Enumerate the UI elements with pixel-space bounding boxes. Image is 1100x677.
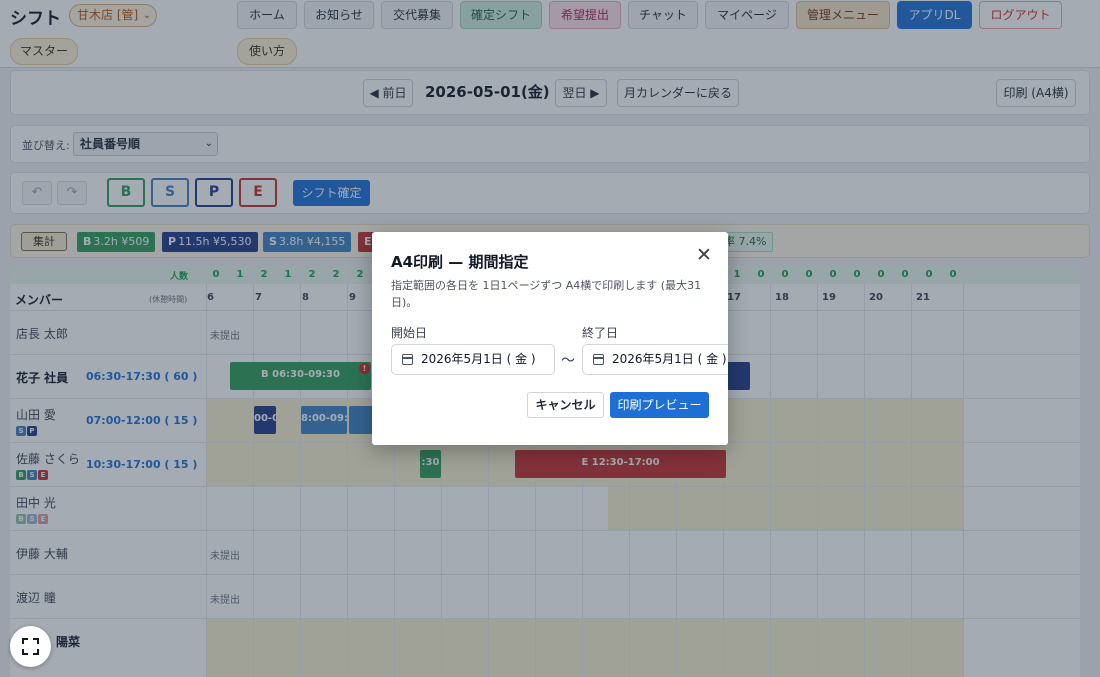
fullscreen-button[interactable]	[10, 626, 51, 667]
start-date-label: 開始日	[391, 326, 428, 340]
end-date-label: 終了日	[582, 326, 619, 340]
cancel-button[interactable]: キャンセル	[527, 392, 604, 418]
start-date-value: 2026年5月1日 ( 金 )	[421, 352, 536, 366]
print-preview-button[interactable]: 印刷プレビュー	[610, 392, 709, 418]
dialog-title: A4印刷 — 期間指定	[391, 253, 529, 271]
end-date-input[interactable]: 2026年5月1日 ( 金 )	[582, 344, 728, 375]
close-icon[interactable]: ✕	[693, 244, 715, 266]
dialog-description: 指定範囲の各日を 1日1ページずつ A4横で印刷します (最大31日)。	[391, 279, 702, 309]
end-date-value: 2026年5月1日 ( 金 )	[612, 352, 727, 366]
print-range-dialog: A4印刷 — 期間指定 ✕ 指定範囲の各日を 1日1ページずつ A4横で印刷しま…	[372, 232, 728, 445]
calendar-icon	[402, 354, 413, 365]
calendar-icon	[593, 354, 604, 365]
range-separator: 〜	[561, 353, 575, 369]
start-date-input[interactable]: 2026年5月1日 ( 金 )	[391, 344, 555, 375]
